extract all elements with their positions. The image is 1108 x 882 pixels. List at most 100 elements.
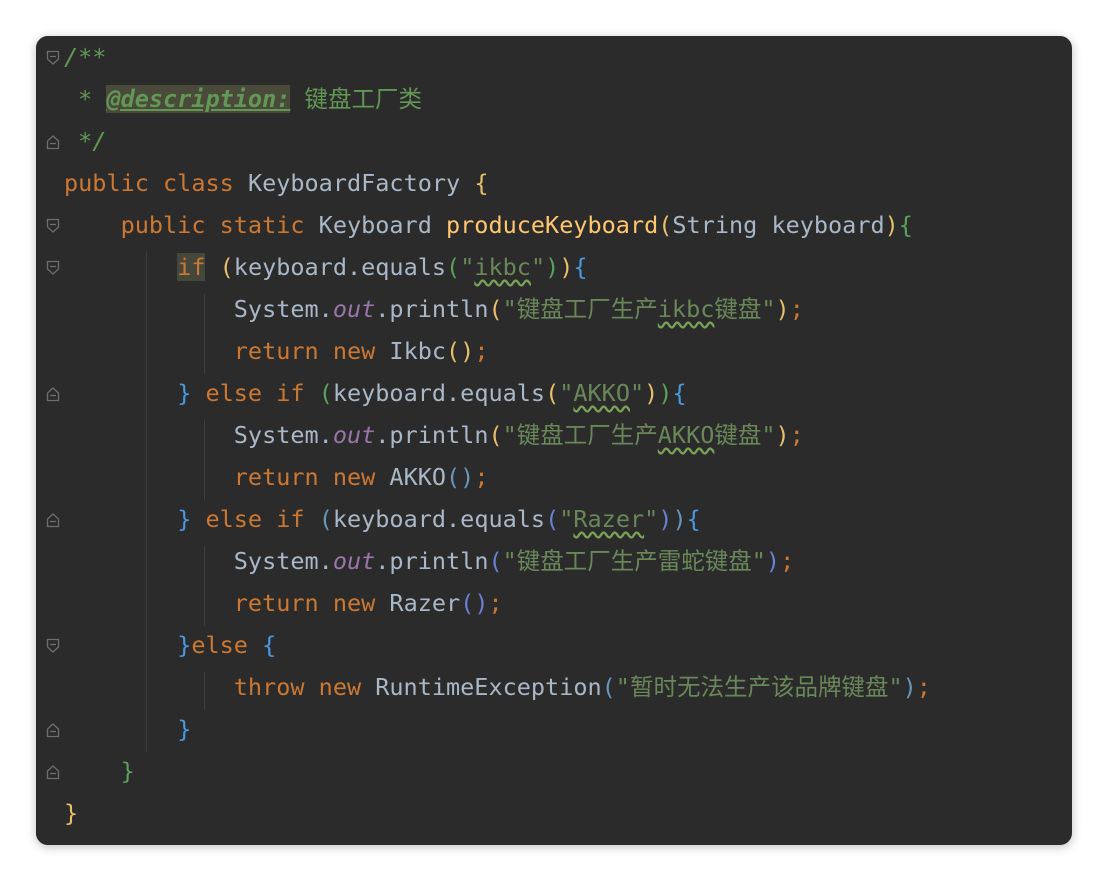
code-token: ( (318, 379, 333, 407)
code-token: ) (559, 253, 574, 281)
fold-open-icon[interactable] (46, 218, 60, 233)
code-line[interactable]: throw new RuntimeException("暂时无法生产该品牌键盘"… (64, 666, 931, 708)
code-line[interactable]: System.out.println("键盘工厂生产AKKO键盘"); (64, 414, 804, 456)
code-token: ( (219, 253, 234, 281)
code-token: Razer (389, 589, 461, 617)
code-line[interactable]: */ (64, 120, 106, 162)
code-token: ( (446, 463, 461, 491)
code-token: */ (64, 127, 107, 155)
code-token: { (672, 379, 687, 407)
code-token: } (177, 631, 192, 659)
code-token: else if (191, 505, 319, 533)
code-token: " (460, 253, 475, 281)
code-token: /** (64, 43, 107, 71)
code-token: out (332, 295, 376, 323)
code-line[interactable]: return new Ikbc(); (64, 330, 489, 372)
code-token: AKKO (389, 463, 447, 491)
code-line[interactable]: /** (64, 36, 106, 78)
code-token: * (64, 85, 107, 113)
code-token: .println (375, 547, 489, 575)
code-token: ; (488, 589, 503, 617)
code-token: keyboard.equals (332, 505, 546, 533)
code-line[interactable]: System.out.println("键盘工厂生产ikbc键盘"); (64, 288, 804, 330)
code-token: return new (64, 589, 390, 617)
code-token: { (573, 253, 588, 281)
code-line[interactable]: } (64, 708, 191, 750)
fold-close-icon[interactable] (46, 722, 60, 738)
code-token: ( (446, 253, 461, 281)
code-token: ; (789, 421, 804, 449)
code-token: ikbc (657, 295, 715, 323)
code-line[interactable]: public class KeyboardFactory { (64, 162, 488, 204)
code-line[interactable]: } (64, 792, 78, 834)
code-token: "键盘工厂生产雷蛇键盘" (502, 547, 766, 575)
code-token: ikbc (474, 253, 531, 281)
fold-open-icon[interactable] (46, 638, 60, 653)
code-token: ) (672, 505, 687, 533)
code-token: ( (488, 295, 503, 323)
code-token: .println (375, 295, 489, 323)
fold-open-icon[interactable] (46, 260, 60, 275)
code-token: keyboard.equals (332, 379, 546, 407)
code-token: ( (318, 505, 333, 533)
code-token: out (332, 547, 376, 575)
code-line[interactable]: System.out.println("键盘工厂生产雷蛇键盘"); (64, 540, 794, 582)
code-token: ( (488, 547, 503, 575)
code-token: ( (460, 589, 475, 617)
code-line[interactable]: } else if (keyboard.equals("Razer")){ (64, 498, 701, 540)
fold-open-icon[interactable] (46, 50, 60, 65)
code-token: System. (64, 547, 333, 575)
indent-guide (204, 294, 205, 374)
code-token: public static (64, 211, 319, 239)
code-token: public class (64, 169, 248, 197)
code-token: Keyboard (318, 211, 447, 239)
code-token: out (332, 421, 376, 449)
fold-close-icon[interactable] (46, 134, 60, 150)
code-line[interactable]: return new Razer(); (64, 582, 503, 624)
fold-close-icon[interactable] (46, 386, 60, 402)
fold-close-icon[interactable] (46, 512, 60, 528)
code-token: AKKO (657, 421, 715, 449)
code-area[interactable]: /** * @description: 键盘工厂类 */ public class… (64, 36, 1072, 845)
code-token: { (898, 211, 913, 239)
code-token: 键盘" (714, 421, 776, 449)
code-editor[interactable]: /** * @description: 键盘工厂类 */ public class… (36, 36, 1072, 845)
code-line[interactable]: * @description: 键盘工厂类 (64, 78, 422, 120)
code-token: ( (488, 421, 503, 449)
code-token: ) (644, 379, 659, 407)
code-token: System. (64, 421, 333, 449)
code-line[interactable]: public static Keyboard produceKeyboard(S… (64, 204, 913, 246)
code-token: ) (775, 295, 790, 323)
code-token: ) (658, 505, 673, 533)
code-line[interactable]: } (64, 750, 135, 792)
code-token: Ikbc (389, 337, 447, 365)
code-token: keyboard.equals (233, 253, 447, 281)
indent-guide (204, 420, 205, 500)
code-token: ) (460, 337, 475, 365)
code-token: ) (884, 211, 899, 239)
code-token: " (559, 379, 574, 407)
code-token: ; (474, 463, 489, 491)
code-token: .println (375, 421, 489, 449)
fold-close-icon[interactable] (46, 764, 60, 780)
code-token: if (177, 253, 206, 281)
code-token: else (191, 631, 263, 659)
code-token: ) (765, 547, 781, 575)
code-token: Razer (573, 505, 645, 533)
code-line[interactable]: }else { (64, 624, 276, 666)
code-token: ( (545, 505, 560, 533)
indent-guide (204, 672, 205, 710)
code-token: ; (789, 295, 804, 323)
code-line[interactable]: if (keyboard.equals("ikbc")){ (64, 246, 588, 288)
code-token: ; (916, 673, 931, 701)
code-token: } (177, 715, 192, 743)
code-line[interactable]: } else if (keyboard.equals("AKKO")){ (64, 372, 687, 414)
code-token: System. (64, 295, 333, 323)
code-token: String keyboard (672, 211, 885, 239)
code-token: " (559, 505, 574, 533)
code-line[interactable]: return new AKKO(); (64, 456, 489, 498)
